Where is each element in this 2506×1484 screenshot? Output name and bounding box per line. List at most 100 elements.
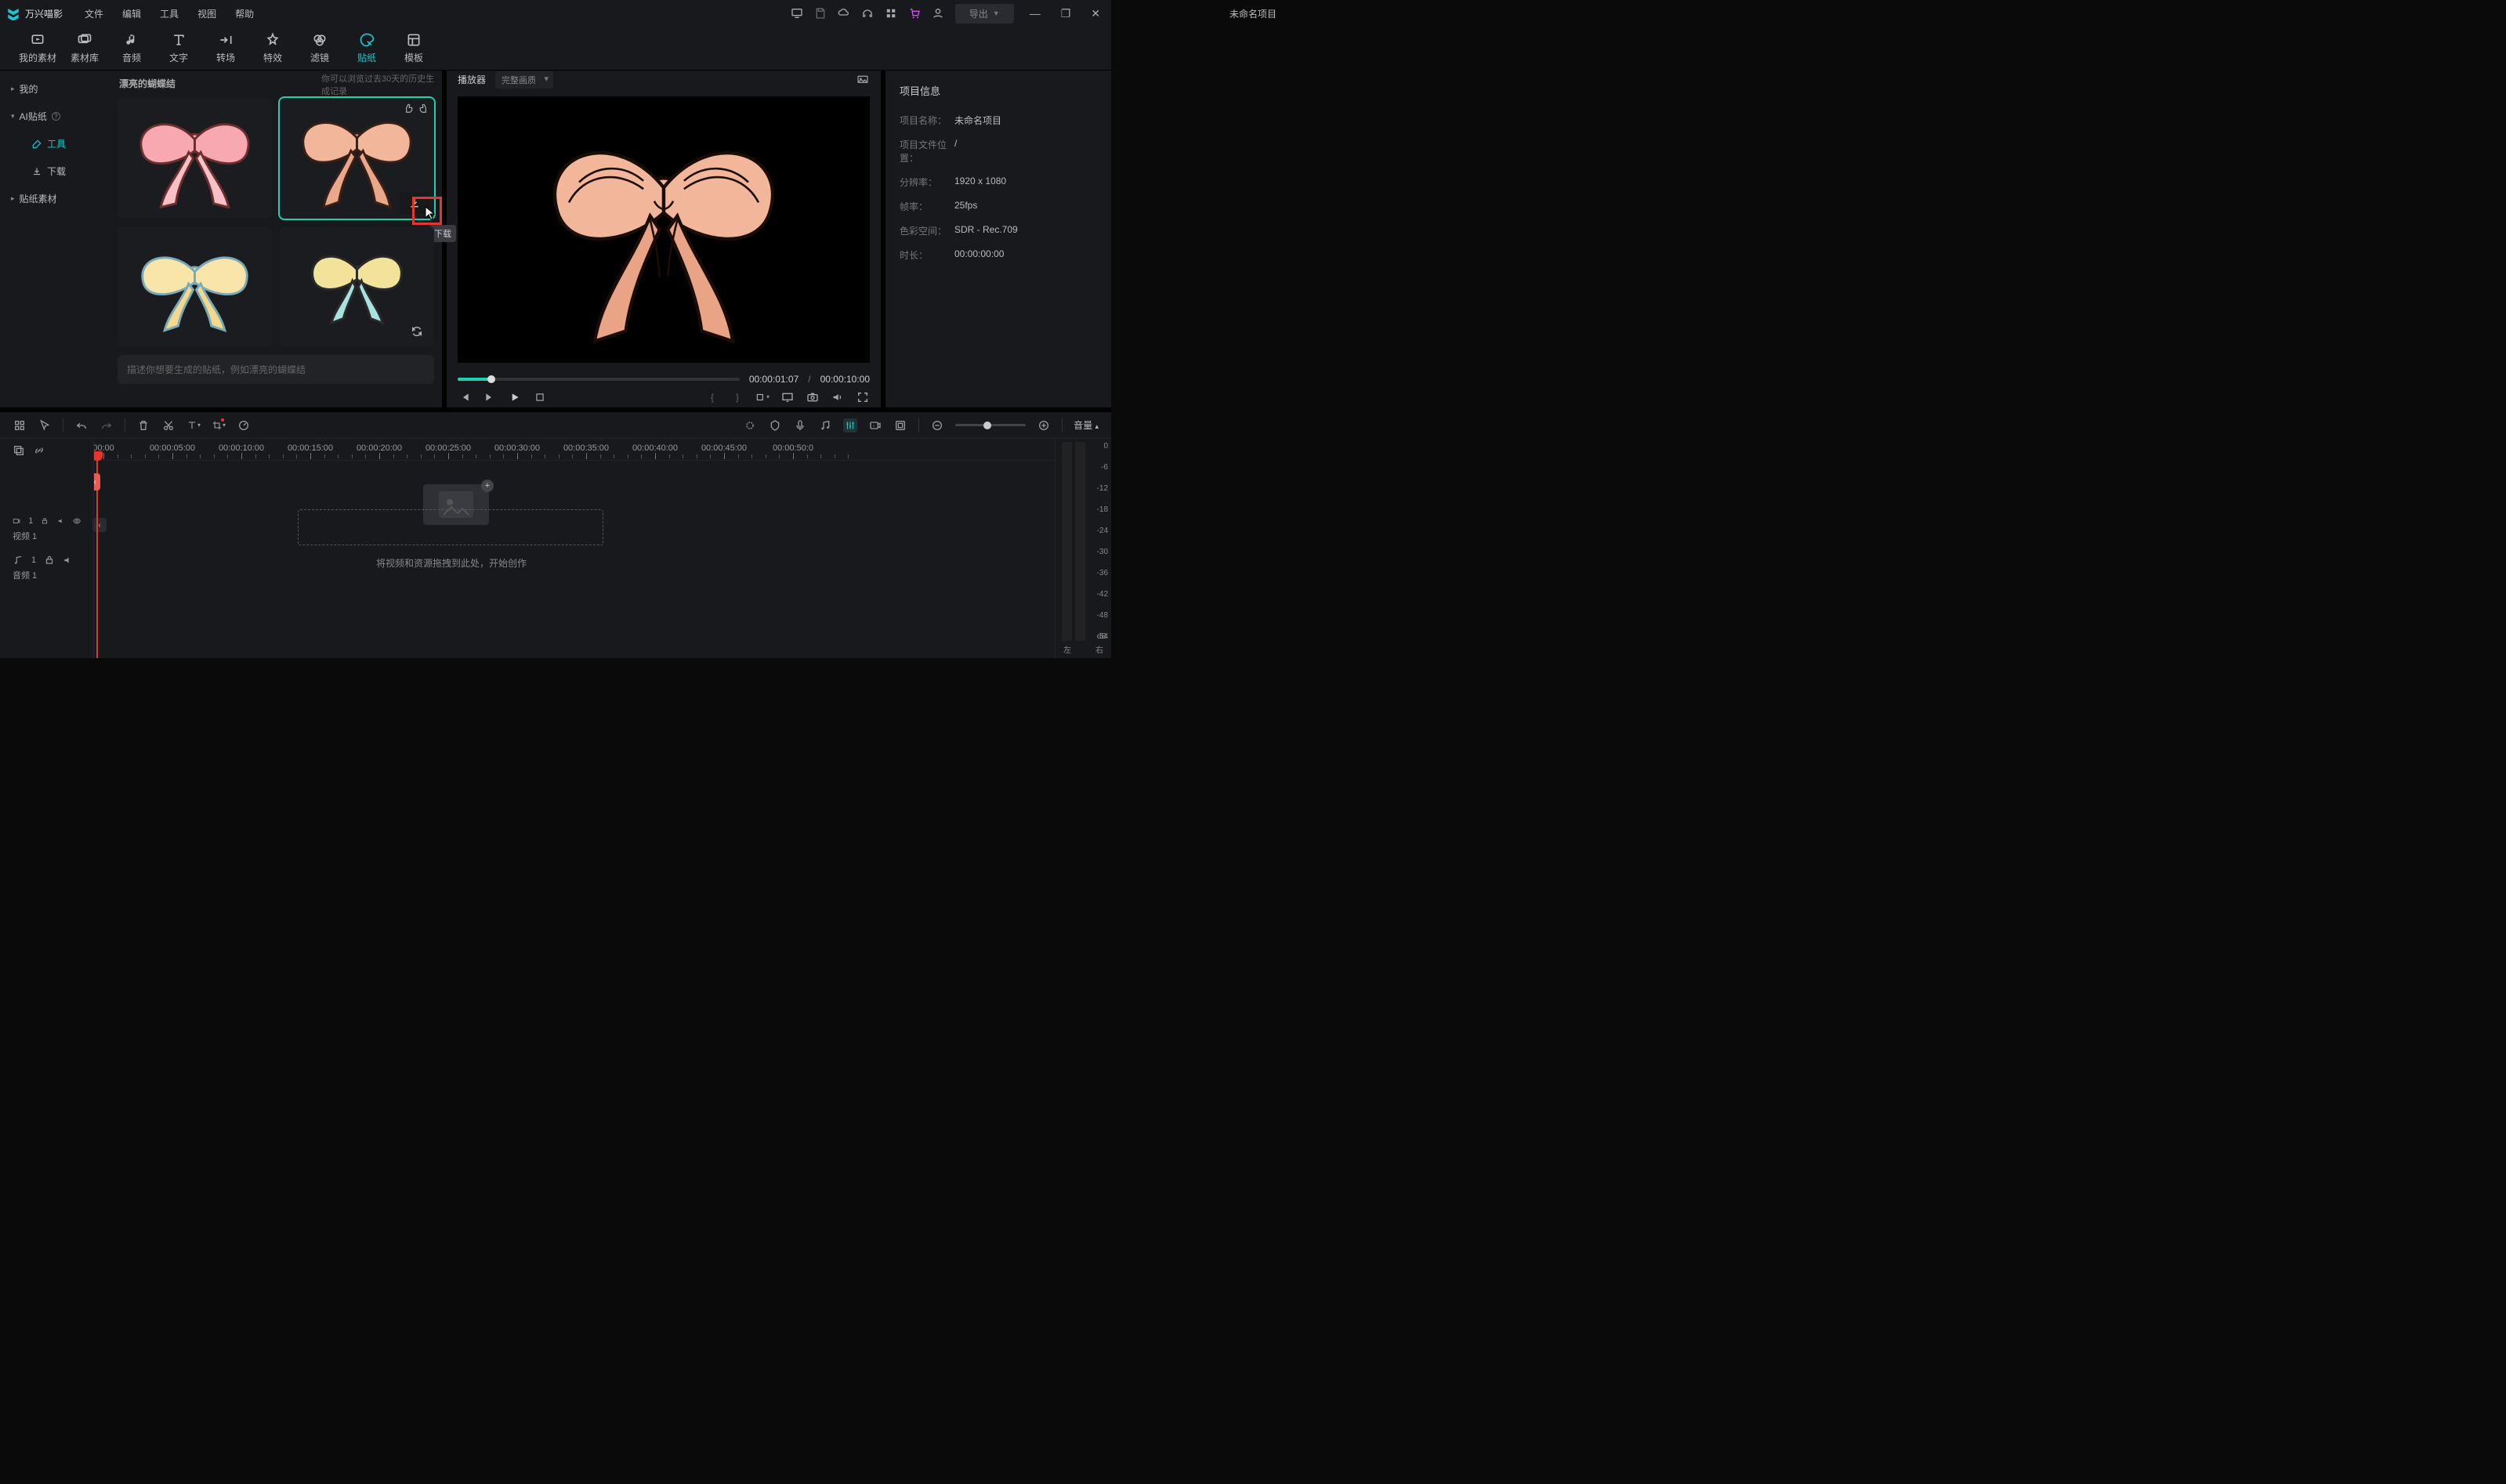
video-track-badge: 1 (28, 516, 33, 526)
info-res-key: 分辨率： (900, 176, 954, 189)
delete-button[interactable] (136, 418, 150, 433)
mute-icon-2[interactable] (63, 555, 74, 566)
marker-tool-icon[interactable] (768, 418, 782, 433)
audio-track-badge: 1 (31, 556, 36, 565)
window-close[interactable]: ✕ (1086, 7, 1105, 20)
cart-icon[interactable] (908, 7, 921, 20)
zoom-slider[interactable] (955, 424, 1026, 426)
select-tool-icon[interactable] (38, 418, 52, 433)
player-label: 播放器 (458, 73, 486, 86)
next-frame-button[interactable] (483, 390, 497, 404)
menu-file[interactable]: 文件 (75, 7, 113, 20)
tab-transition[interactable]: 转场 (202, 32, 249, 64)
cloud-icon[interactable] (838, 7, 850, 20)
tab-sticker[interactable]: 贴纸 (343, 32, 390, 64)
sticker-card-4[interactable] (280, 226, 434, 347)
bow-pink-1 (118, 98, 272, 219)
safe-zone-icon[interactable] (780, 390, 795, 404)
headphone-icon[interactable] (861, 7, 874, 20)
video-track-head[interactable]: 1 视频 1 (0, 509, 93, 548)
play-button[interactable] (508, 390, 522, 404)
lock-icon[interactable] (41, 516, 49, 527)
eye-icon[interactable] (73, 516, 81, 527)
tab-my-media[interactable]: 我的素材 (14, 32, 61, 64)
record-tool-icon[interactable]: + (868, 418, 882, 433)
info-dur-key: 时长： (900, 248, 954, 262)
video-track-label: 视频 1 (13, 532, 37, 541)
menu-view[interactable]: 视图 (188, 7, 226, 20)
tab-media-lib[interactable]: 素材库 (61, 32, 108, 64)
audio-track-head[interactable]: 1 音频 1 (0, 548, 93, 588)
sidebar-item-mine[interactable]: ▸我的 (0, 75, 110, 103)
redo-button[interactable] (100, 418, 114, 433)
stop-button[interactable] (533, 390, 547, 404)
mark-out-icon[interactable]: } (730, 390, 744, 404)
thumbs-up-icon[interactable] (418, 103, 429, 116)
tab-audio[interactable]: 音频 (108, 32, 155, 64)
left-sidebar: ▸我的 ▾AI贴纸 ? 工具 下载 ▸贴纸素材 ‹ (0, 71, 110, 407)
sticker-card-1[interactable] (118, 98, 272, 219)
playhead-grip[interactable]: ‹ (94, 473, 100, 490)
sidebar-item-download[interactable]: 下载 (0, 157, 110, 185)
zoom-out-button[interactable] (930, 418, 944, 433)
render-tool-icon[interactable] (893, 418, 907, 433)
sidebar-item-tools[interactable]: 工具 (0, 130, 110, 157)
regenerate-button[interactable] (409, 324, 425, 339)
save-icon[interactable] (814, 7, 827, 20)
mark-in-icon[interactable]: { (705, 390, 719, 404)
volume-button[interactable] (831, 390, 845, 404)
ratio-dropdown[interactable]: ▾ (755, 390, 770, 404)
tab-text[interactable]: 文字 (155, 32, 202, 64)
color-tool-icon[interactable] (743, 418, 757, 433)
magnet-tool-icon[interactable] (13, 418, 27, 433)
prompt-input[interactable]: 描述你想要生成的贴纸，例如漂亮的蝴蝶结 (118, 355, 434, 384)
tab-template[interactable]: 模板 (390, 32, 437, 64)
download-highlight-box (412, 197, 442, 225)
timeline-tracks[interactable]: 00:0000:00:05:0000:00:10:0000:00:15:0000… (94, 439, 1055, 658)
mixer-tool-icon[interactable] (843, 418, 857, 433)
export-button[interactable]: 导出▼ (955, 4, 1014, 24)
crop-tool-icon[interactable]: ▾ (212, 418, 226, 433)
timeline-ruler[interactable]: 00:0000:00:05:0000:00:10:0000:00:15:0000… (94, 439, 1055, 461)
meter-right-label: 右 (1095, 643, 1103, 655)
window-maximize[interactable]: ❐ (1056, 7, 1076, 20)
user-icon[interactable] (932, 7, 944, 20)
mic-tool-icon[interactable] (793, 418, 807, 433)
volume-label[interactable]: 音量 ▴ (1074, 418, 1099, 432)
info-fps-key: 帧率： (900, 200, 954, 213)
menu-tools[interactable]: 工具 (150, 7, 188, 20)
fullscreen-button[interactable] (856, 390, 870, 404)
text-tool-icon[interactable]: ▾ (187, 418, 201, 433)
zoom-in-button[interactable] (1037, 418, 1051, 433)
mute-icon[interactable] (57, 516, 65, 527)
thumbs-down-icon[interactable] (403, 103, 414, 116)
lock-icon-2[interactable] (44, 555, 55, 566)
window-minimize[interactable]: — (1025, 7, 1045, 20)
preview-viewport[interactable] (458, 96, 870, 363)
snapshot-preview-icon[interactable] (856, 73, 870, 87)
menu-edit[interactable]: 编辑 (113, 7, 150, 20)
info-name-val: 未命名项目 (954, 114, 1001, 127)
undo-button[interactable] (74, 418, 89, 433)
tab-effect[interactable]: 特效 (249, 32, 296, 64)
speed-tool-icon[interactable] (237, 418, 251, 433)
link-track-icon[interactable] (33, 444, 45, 457)
menu-help[interactable]: 帮助 (226, 7, 263, 20)
music-tool-icon[interactable] (818, 418, 832, 433)
add-media-plus-icon[interactable]: + (481, 480, 494, 492)
sticker-card-3[interactable] (118, 226, 272, 347)
cut-button[interactable] (161, 418, 176, 433)
dup-track-icon[interactable] (13, 444, 25, 457)
monitor-icon[interactable] (791, 7, 803, 20)
drop-zone[interactable] (298, 509, 603, 545)
sidebar-item-ai-sticker[interactable]: ▾AI贴纸 ? (0, 103, 110, 130)
quality-dropdown[interactable]: 完整画质 (495, 71, 553, 89)
sticker-card-2[interactable]: 下载 (280, 98, 434, 219)
scrub-bar[interactable] (458, 378, 740, 381)
drop-hint: 将视频和资源拖拽到此处，开始创作 (376, 556, 527, 570)
snapshot-button[interactable] (806, 390, 820, 404)
prev-frame-button[interactable] (458, 390, 472, 404)
grid-icon[interactable] (885, 7, 897, 20)
sidebar-item-sticker-assets[interactable]: ▸贴纸素材 (0, 185, 110, 212)
tab-filter[interactable]: 滤镜 (296, 32, 343, 64)
